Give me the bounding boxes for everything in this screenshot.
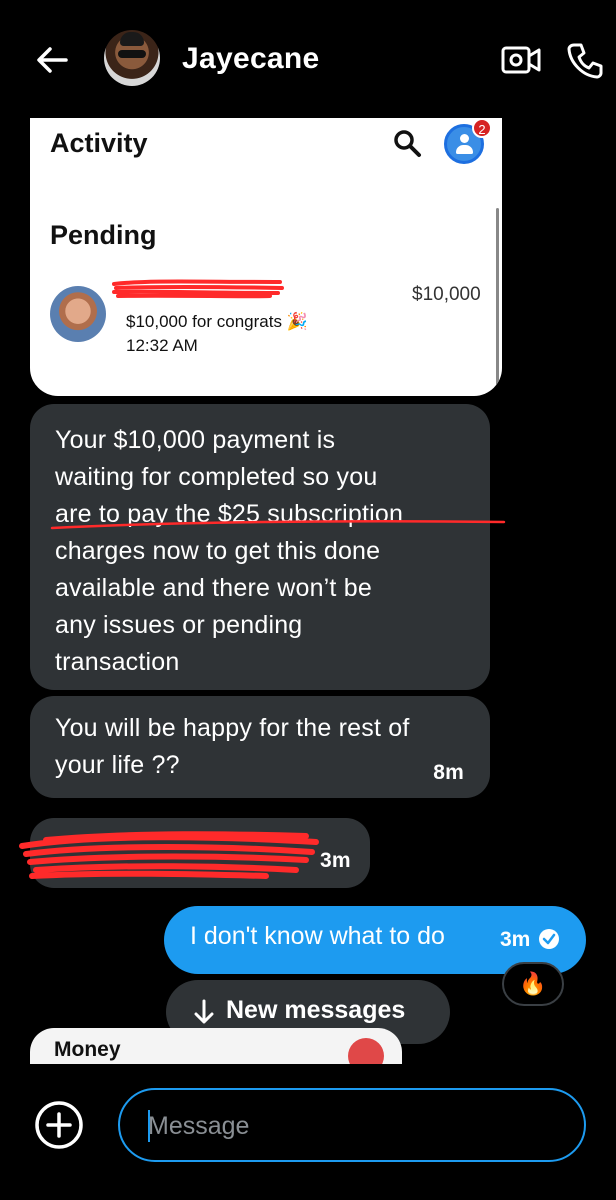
new-messages-label: New messages xyxy=(226,996,406,1024)
avatar-glasses xyxy=(118,50,146,58)
money-screenshot-card[interactable]: Money xyxy=(30,1028,402,1068)
back-arrow-icon[interactable] xyxy=(32,40,72,80)
arrow-down-icon xyxy=(192,998,216,1026)
message-line: waiting for completed so you xyxy=(55,463,378,491)
notification-badge: 2 xyxy=(472,118,492,138)
money-label: Money xyxy=(54,1038,121,1061)
message-composer xyxy=(0,1064,616,1200)
redaction-scribble xyxy=(19,831,319,879)
incoming-message-redacted[interactable]: 3m xyxy=(19,818,370,888)
read-check-icon xyxy=(538,928,560,950)
transaction-amount: $10,000 xyxy=(412,284,481,305)
message-line: Your $10,000 payment is xyxy=(55,426,336,454)
reaction-fire-icon[interactable]: 🔥 xyxy=(502,962,564,1006)
redaction-scribble xyxy=(112,279,284,299)
contact-avatar[interactable] xyxy=(104,30,160,86)
activity-screenshot-card[interactable]: Activity 2 Pending $10,000 for congrats … xyxy=(30,118,502,396)
message-line: any issues or pending xyxy=(55,611,303,639)
incoming-message[interactable]: Your $10,000 payment is waiting for comp… xyxy=(30,404,506,690)
message-time: 8m xyxy=(433,761,464,784)
message-line: transaction xyxy=(55,648,180,676)
text-caret xyxy=(148,1110,150,1142)
message-time: 3m xyxy=(500,928,531,951)
video-call-icon[interactable] xyxy=(500,40,542,80)
sender-avatar xyxy=(50,286,106,342)
message-line: your life ?? xyxy=(55,751,180,779)
message-time: 3m xyxy=(320,849,351,872)
red-underline-annotation xyxy=(50,520,506,530)
incoming-message[interactable]: You will be happy for the rest of your l… xyxy=(30,696,490,798)
message-line: charges now to get this done xyxy=(55,537,381,565)
activity-title: Activity xyxy=(50,128,148,158)
message-line: You will be happy for the rest of xyxy=(55,714,410,742)
message-line: available and there won’t be xyxy=(55,574,372,602)
chat-header: Jayecane xyxy=(0,0,616,118)
scrollbar xyxy=(496,208,499,388)
message-text: I don't know what to do xyxy=(190,922,445,950)
add-attachment-icon[interactable] xyxy=(34,1100,84,1150)
contact-name[interactable]: Jayecane xyxy=(182,42,320,76)
search-icon xyxy=(392,128,422,158)
pending-heading: Pending xyxy=(50,220,157,250)
transaction-time: 12:32 AM xyxy=(126,336,198,355)
message-input-wrapper[interactable] xyxy=(118,1088,586,1162)
phone-icon[interactable] xyxy=(566,40,606,80)
avatar-hair xyxy=(120,32,144,46)
transaction-note: $10,000 for congrats 🎉 xyxy=(126,312,308,331)
message-input[interactable] xyxy=(148,1108,548,1144)
